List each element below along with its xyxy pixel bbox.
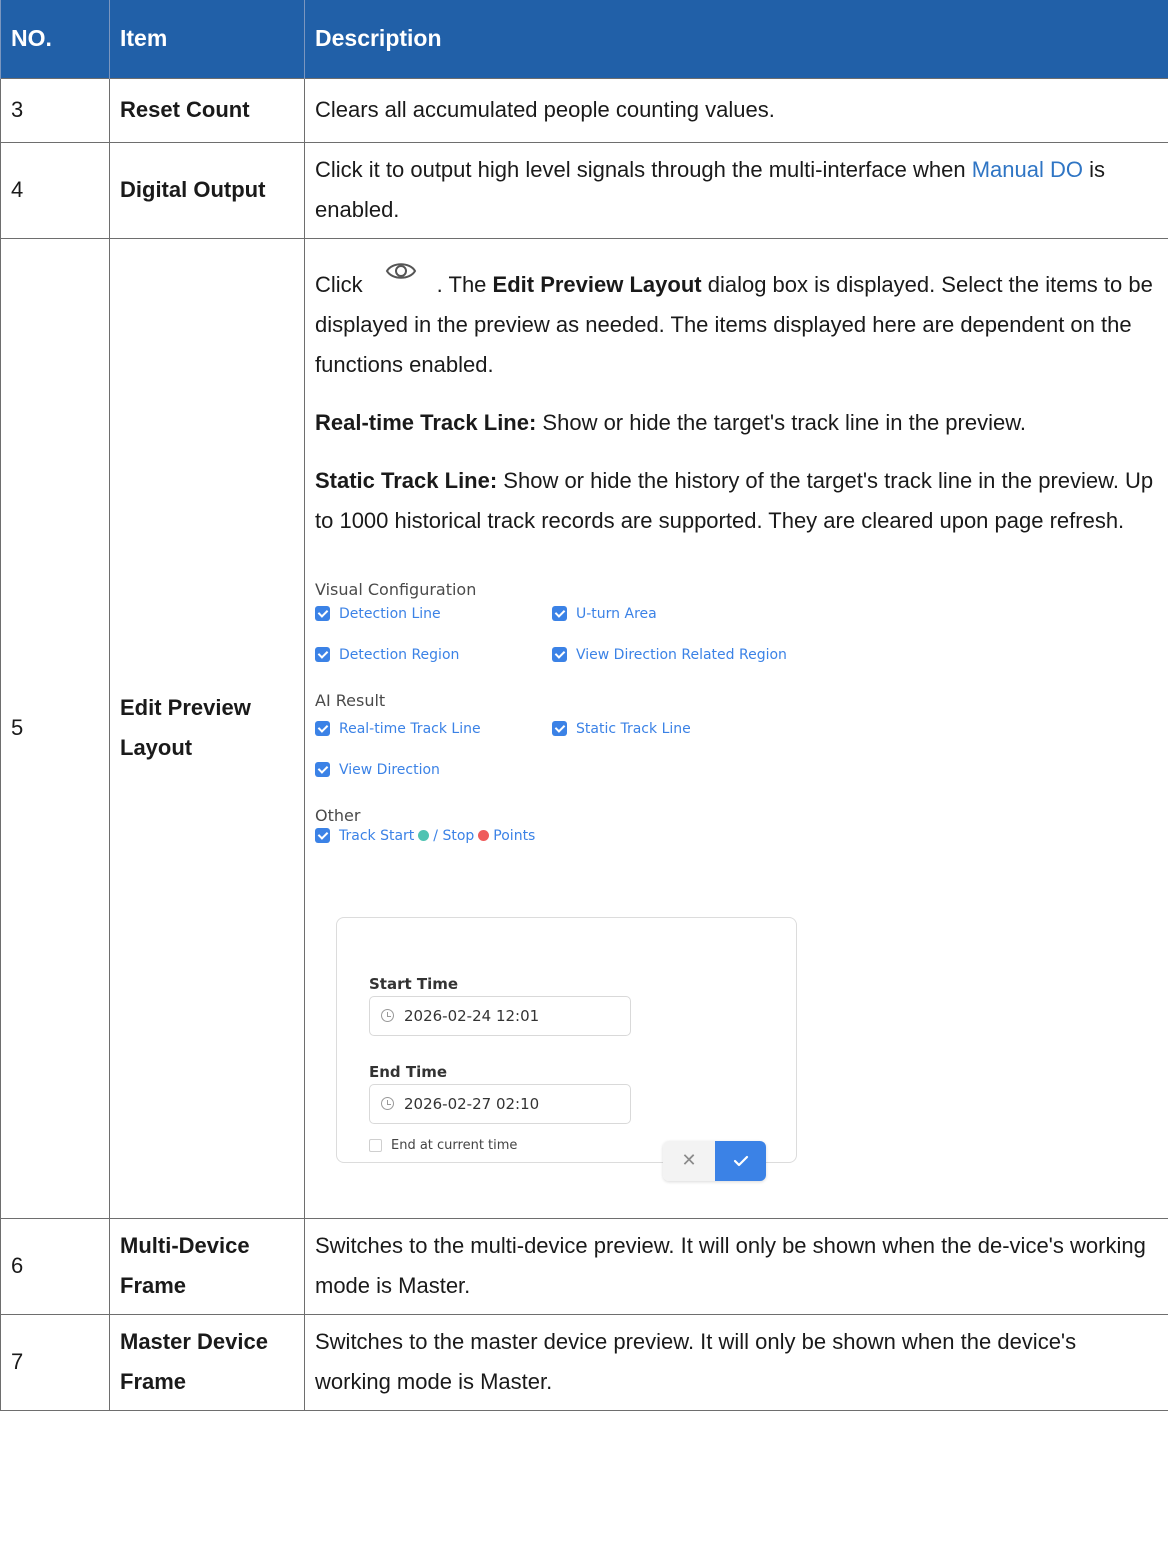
- cancel-button[interactable]: ✕: [663, 1140, 715, 1181]
- paragraph: Real-time Track Line: Show or hide the t…: [315, 403, 1158, 443]
- table-row: 6 Multi-Device Frame Switches to the mul…: [0, 1217, 1168, 1315]
- edit-preview-layout-screenshot: Visual Configuration Detection Line U-tu…: [315, 559, 1158, 1187]
- row-description: Switches to the multi-device preview. It…: [304, 1217, 1168, 1315]
- checkbox-label: U-turn Area: [576, 605, 657, 622]
- start-time-value: 2026-02-24 12:01: [404, 1006, 540, 1025]
- static-track-line-checkbox[interactable]: Static Track Line: [552, 720, 691, 738]
- table-row: 7 Master Device Frame Switches to the ma…: [0, 1313, 1168, 1411]
- paragraph: Static Track Line: Show or hide the hist…: [315, 461, 1158, 541]
- term: Real-time Track Line:: [315, 409, 537, 435]
- row-description: Click. The Edit Preview Layout dialog bo…: [304, 237, 1168, 1219]
- row-number: 3: [0, 77, 110, 143]
- time-range-panel: Start Time 2026-02-24 12:01 End Time 202…: [336, 916, 797, 1163]
- checkbox-checked-icon: [315, 606, 330, 621]
- checkbox-label: / Stop: [433, 827, 475, 844]
- row-number: 7: [0, 1313, 110, 1411]
- table-row: 5 Edit Preview Layout Click . The Edit Pr…: [0, 237, 1168, 1219]
- manual-do-link[interactable]: Manual DO: [972, 157, 1083, 182]
- checkbox-checked-icon: [552, 721, 567, 736]
- checkbox-label: View Direction Related Region: [576, 646, 787, 663]
- row-number: 5: [0, 237, 110, 1219]
- description-text: Click: [315, 271, 363, 297]
- row-description: Click it to output high level signals th…: [304, 141, 1168, 239]
- detection-line-checkbox[interactable]: Detection Line: [315, 605, 441, 623]
- checkbox-label: Detection Line: [339, 605, 441, 622]
- check-icon: [733, 1155, 748, 1166]
- start-point-dot: [418, 830, 430, 841]
- stop-point-dot: [478, 830, 490, 841]
- table-row: 4 Digital Output Click it to output high…: [0, 141, 1168, 239]
- checkbox-checked-icon: [552, 606, 567, 621]
- realtime-track-line-checkbox[interactable]: Real-time Track Line: [315, 720, 481, 738]
- checkbox-label: Real-time Track Line: [339, 720, 481, 737]
- row-item: Master Device Frame: [109, 1313, 305, 1411]
- description-text: Click it to output high level signals th…: [315, 157, 972, 182]
- row-item: Digital Output: [109, 141, 305, 239]
- u-turn-area-checkbox[interactable]: U-turn Area: [552, 605, 657, 623]
- confirm-button[interactable]: [715, 1140, 766, 1181]
- checkbox-label: Detection Region: [339, 646, 460, 663]
- row-number: 6: [0, 1217, 110, 1315]
- start-time-input[interactable]: 2026-02-24 12:01: [369, 995, 631, 1036]
- end-time-input[interactable]: 2026-02-27 02:10: [369, 1083, 631, 1124]
- header-no: NO.: [0, 0, 110, 78]
- row-item: Multi-Device Frame: [109, 1217, 305, 1315]
- dialog-name: Edit Preview Layout: [492, 271, 702, 297]
- dialog-actions: ✕: [663, 1140, 766, 1181]
- row-description: Switches to the master device preview. I…: [304, 1313, 1168, 1411]
- row-item: Edit Preview Layout: [109, 237, 305, 1219]
- header-item: Item: [109, 0, 305, 78]
- checkbox-checked-icon: [315, 828, 330, 843]
- description-text: . The: [436, 271, 493, 297]
- checkbox-label: Static Track Line: [576, 720, 691, 737]
- checkbox-label: Track Start: [339, 827, 415, 844]
- checkbox-checked-icon: [315, 647, 330, 662]
- checkbox-label: View Direction: [339, 761, 440, 778]
- visual-configuration-heading: Visual Configuration: [315, 579, 477, 599]
- checkbox-checked-icon: [315, 721, 330, 736]
- view-direction-region-checkbox[interactable]: View Direction Related Region: [552, 646, 787, 664]
- paragraph: Click. The Edit Preview Layout dialog bo…: [315, 262, 1158, 385]
- row-number: 4: [0, 141, 110, 239]
- term: Static Track Line:: [315, 467, 498, 493]
- detection-region-checkbox[interactable]: Detection Region: [315, 646, 459, 664]
- table-row: 3 Reset Count Clears all accumulated peo…: [0, 77, 1168, 143]
- row-description: Clears all accumulated people counting v…: [304, 77, 1168, 143]
- header-description: Description: [304, 0, 1168, 78]
- description-table: NO. Item Description 3 Reset Count Clear…: [0, 0, 1168, 1411]
- row-item: Reset Count: [109, 77, 305, 143]
- view-direction-checkbox[interactable]: View Direction: [315, 761, 440, 779]
- checkbox-checked-icon: [315, 762, 330, 777]
- checkbox-unchecked-icon: [369, 1139, 382, 1152]
- end-time-value: 2026-02-27 02:10: [404, 1094, 540, 1113]
- track-points-checkbox[interactable]: Track Start / Stop Points: [315, 827, 535, 845]
- table-header-row: NO. Item Description: [0, 0, 1168, 78]
- eye-icon: [363, 261, 437, 291]
- checkbox-label: End at current time: [391, 1137, 518, 1153]
- close-icon: ✕: [681, 1149, 697, 1171]
- checkbox-checked-icon: [552, 647, 567, 662]
- ai-result-heading: AI Result: [315, 690, 386, 710]
- clock-icon: [381, 1097, 394, 1110]
- checkbox-label: Points: [493, 827, 536, 844]
- description-text: Show or hide the target's track line in …: [536, 409, 1026, 435]
- clock-icon: [381, 1009, 394, 1022]
- end-at-current-time-checkbox[interactable]: End at current time: [369, 1138, 517, 1154]
